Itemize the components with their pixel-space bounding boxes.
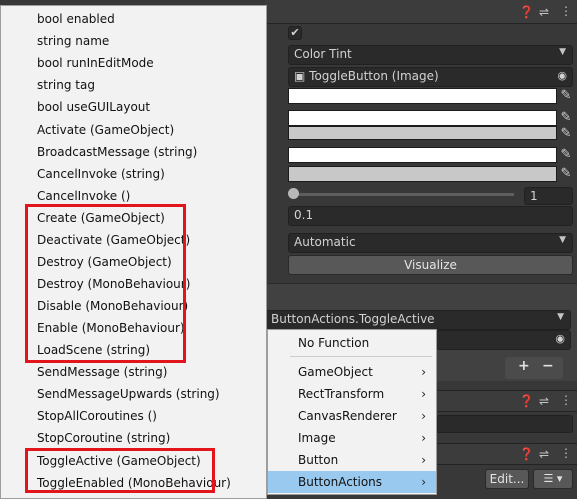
menu-item-image[interactable]: Image › xyxy=(268,427,436,449)
eyedropper-icon[interactable]: ✎ xyxy=(556,145,576,165)
menu-item[interactable]: string name xyxy=(1,30,266,52)
menu-item-label: Image xyxy=(298,431,336,445)
color-multiplier-track[interactable] xyxy=(292,193,514,196)
presets-icon[interactable]: ⇌ xyxy=(539,447,549,461)
highlighted-color-swatch[interactable] xyxy=(288,110,557,126)
chevron-down-icon: ▼ xyxy=(557,312,564,322)
color-multiplier-field[interactable]: 1 xyxy=(524,187,573,205)
visualize-button[interactable]: Visualize xyxy=(288,255,573,275)
chevron-down-icon: ▼ xyxy=(559,47,566,57)
menu-item[interactable]: bool useGUILayout xyxy=(1,96,266,118)
chevron-right-icon: › xyxy=(421,453,426,467)
eyedropper-icon[interactable]: ✎ xyxy=(556,164,576,184)
menu-item-canvasrenderer[interactable]: CanvasRenderer › xyxy=(268,405,436,427)
color-multiplier-handle[interactable] xyxy=(288,188,299,199)
chevron-right-icon: › xyxy=(421,431,426,445)
menu-item-recttransform[interactable]: RectTransform › xyxy=(268,383,436,405)
list-dropdown-button[interactable]: ☰ ▾ xyxy=(533,469,573,489)
target-graphic-field[interactable]: ▣ ToggleButton (Image) ◉ xyxy=(288,67,573,87)
eyedropper-icon[interactable]: ✎ xyxy=(556,86,576,106)
target-graphic-value: ToggleButton (Image) xyxy=(309,69,439,83)
highlight-box-toggle-methods xyxy=(25,448,215,493)
transition-dropdown[interactable]: Color Tint ▼ xyxy=(288,45,573,65)
onclick-function-dropdown[interactable]: ButtonActions.ToggleActive ▼ xyxy=(265,310,571,330)
more-icon[interactable]: ⋮ xyxy=(560,446,572,460)
menu-item-label: GameObject xyxy=(298,365,373,379)
navigation-value: Automatic xyxy=(294,235,356,249)
menu-item[interactable]: Activate (GameObject) xyxy=(1,119,266,141)
help-icon[interactable]: ❓ xyxy=(519,394,534,408)
eyedropper-icon[interactable]: ✎ xyxy=(556,124,576,144)
disabled-color-swatch[interactable] xyxy=(288,166,557,182)
target-icon[interactable]: ◉ xyxy=(557,69,567,82)
menu-item[interactable]: string tag xyxy=(1,74,266,96)
pressed-color-swatch[interactable] xyxy=(288,126,557,140)
menu-item[interactable]: BroadcastMessage (string) xyxy=(1,141,266,163)
chevron-right-icon: › xyxy=(421,475,426,489)
menu-item[interactable]: SendMessageUpwards (string) xyxy=(1,383,266,405)
chevron-right-icon: › xyxy=(421,365,426,379)
image-icon: ▣ xyxy=(294,69,306,83)
menu-item-label: Button xyxy=(298,453,339,467)
add-listener-button[interactable]: + xyxy=(518,358,530,374)
fade-duration-field[interactable]: 0.1 xyxy=(288,206,573,226)
menu-item-label: RectTransform xyxy=(298,387,385,401)
menu-item[interactable]: CancelInvoke (string) xyxy=(1,163,266,185)
chevron-right-icon: › xyxy=(421,409,426,423)
onclick-function-value: ButtonActions.ToggleActive xyxy=(271,312,435,326)
highlight-box-scene-methods xyxy=(25,204,186,363)
help-icon[interactable]: ❓ xyxy=(519,5,534,19)
menu-item-gameobject[interactable]: GameObject › xyxy=(268,361,436,383)
help-icon[interactable]: ❓ xyxy=(519,447,534,461)
component-menu: No Function GameObject › RectTransform ›… xyxy=(267,329,437,495)
more-icon[interactable]: ⋮ xyxy=(560,393,572,407)
menu-item[interactable]: bool enabled xyxy=(1,8,266,30)
remove-listener-button[interactable]: − xyxy=(542,358,554,374)
menu-item-no-function[interactable]: No Function xyxy=(268,332,436,354)
onclick-argument-field[interactable]: ◉ xyxy=(436,330,571,350)
more-icon[interactable]: ⋮ xyxy=(560,4,572,18)
presets-icon[interactable]: ⇌ xyxy=(539,394,549,408)
presets-icon[interactable]: ⇌ xyxy=(539,5,549,19)
menu-item-label: CanvasRenderer xyxy=(298,409,397,423)
normal-color-swatch[interactable] xyxy=(288,88,557,104)
menu-item[interactable]: bool runInEditMode xyxy=(1,52,266,74)
interactable-checkbox[interactable]: ✔ xyxy=(288,26,302,40)
menu-item-button[interactable]: Button › xyxy=(268,449,436,471)
selected-color-swatch[interactable] xyxy=(288,147,557,163)
list-icon: ☰ ▾ xyxy=(543,472,563,485)
script-field[interactable] xyxy=(436,415,573,433)
chevron-down-icon: ▼ xyxy=(559,235,566,245)
menu-item[interactable]: SendMessage (string) xyxy=(1,361,266,383)
menu-item[interactable]: StopCoroutine (string) xyxy=(1,427,266,449)
menu-separator xyxy=(290,356,432,357)
add-remove-bar xyxy=(505,357,563,379)
transition-value: Color Tint xyxy=(294,47,352,61)
menu-item-buttonactions[interactable]: ButtonActions › xyxy=(268,471,436,493)
menu-item-label: ButtonActions xyxy=(298,475,383,489)
target-icon[interactable]: ◉ xyxy=(555,332,565,345)
edit-button[interactable]: Edit... xyxy=(485,469,529,489)
navigation-dropdown[interactable]: Automatic ▼ xyxy=(288,233,573,253)
menu-item[interactable]: StopAllCoroutines () xyxy=(1,405,266,427)
chevron-right-icon: › xyxy=(421,387,426,401)
